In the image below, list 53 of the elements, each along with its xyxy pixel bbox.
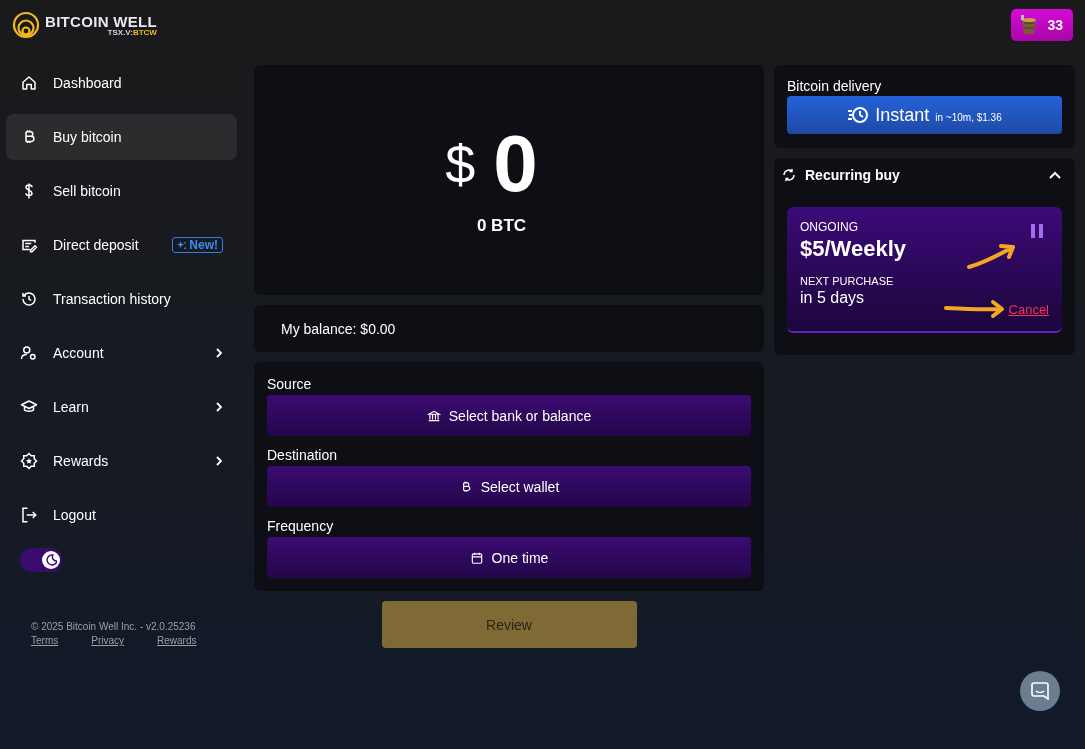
sidebar-item[interactable]: Buy bitcoin [6,114,237,160]
fast-clock-icon [847,106,870,124]
instant-delivery-button[interactable]: Instant in ~10m, $1.36 [787,96,1062,134]
select-button[interactable]: Select wallet [267,466,751,507]
next-purchase-value: in 5 days [800,289,865,307]
field-label: Destination [267,447,339,463]
sparkle-icon [177,240,187,250]
sidebar-item[interactable]: Sell bitcoin [6,168,237,214]
select-button[interactable]: One time [267,537,751,578]
calendar-icon [469,550,484,565]
select-button[interactable]: Select bank or balance [267,395,751,436]
footer-link[interactable]: Terms [31,635,59,646]
field-label: Source [267,376,313,392]
badge-star-icon [20,452,38,470]
sidebar-item[interactable]: Logout [6,492,237,538]
sidebar-item[interactable]: Rewards [6,438,237,484]
field-label: Frequency [267,518,335,534]
dark-mode-toggle[interactable] [20,548,62,572]
new-badge: New! [172,237,223,253]
history-icon [20,290,38,308]
sidebar-item[interactable]: Direct deposit New! [6,222,237,268]
arrow-drawing [943,299,1007,319]
amount-value: 0 [493,124,538,204]
footer-link[interactable]: Privacy [91,635,125,646]
brand-name: BITCOIN WELL [45,13,157,29]
chevron-up-icon[interactable] [1049,171,1061,179]
sidebar-item[interactable]: Learn [6,384,237,430]
status-label: ONGOING [800,220,858,234]
sidebar-item[interactable]: Account [6,330,237,376]
next-purchase-label: NEXT PURCHASE [800,275,894,287]
copyright-text: © 2025 Bitcoin Well Inc. - v2.0.25236 [31,621,197,632]
currency-symbol: $ [445,133,476,195]
section-title: Recurring buy [805,167,901,183]
recurring-icon [782,168,796,182]
ticker-symbol: TSX.V:BTCW [107,28,157,37]
home-icon [20,74,38,92]
balance-text: My balance: $0.00 [281,320,396,337]
plan-amount: $5/Weekly [800,236,906,262]
pause-icon[interactable] [1031,224,1043,241]
sidebar-item[interactable]: Transaction history [6,276,237,322]
cancel-link[interactable]: Cancel [1008,302,1049,317]
btc-amount: 0 BTC [476,216,527,236]
chat-icon [1031,682,1049,700]
bank-icon [426,408,441,423]
moon-icon [45,554,57,566]
delivery-title: Bitcoin delivery [787,78,883,94]
chat-button[interactable] [1020,671,1060,711]
logout-icon [20,506,38,524]
arrow-drawing [966,242,1018,270]
rewards-badge[interactable]: 33 [1011,9,1073,41]
logo-icon [12,11,40,39]
sidebar-item[interactable]: Dashboard [6,60,237,106]
footer-link[interactable]: Rewards [157,635,197,646]
